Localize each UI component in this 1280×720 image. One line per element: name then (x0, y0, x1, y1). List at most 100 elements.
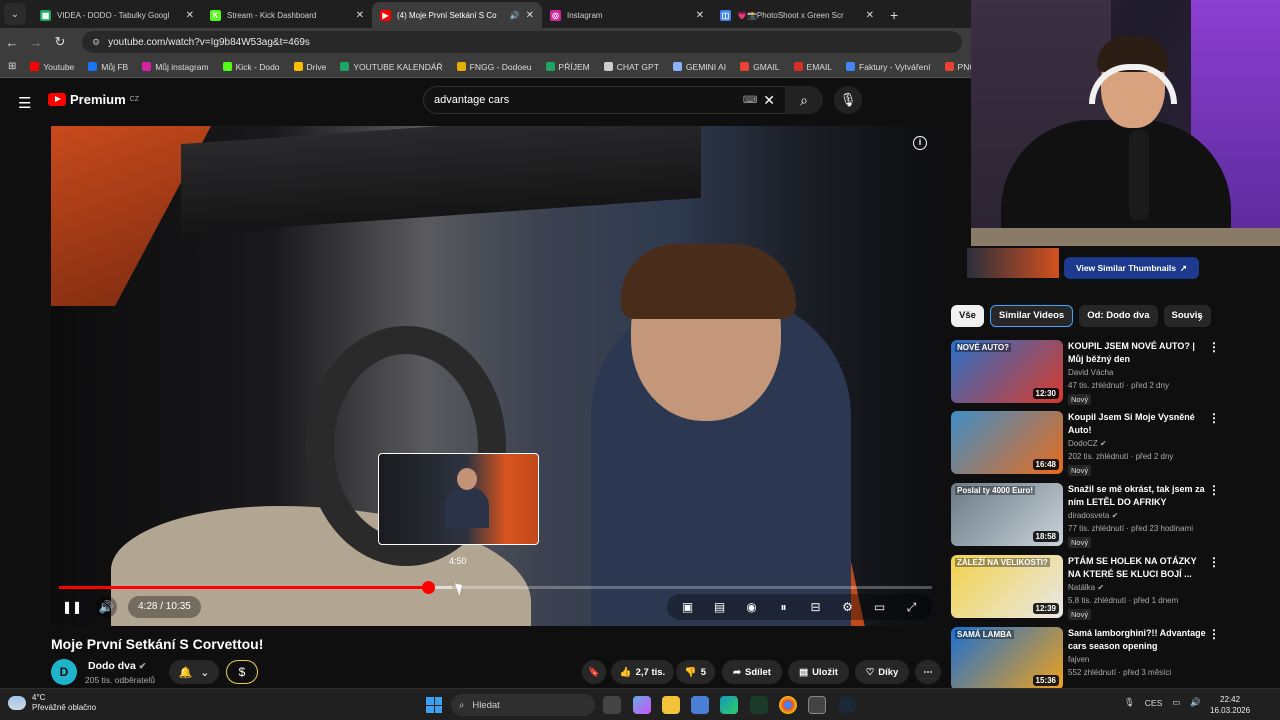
reload-icon[interactable]: ↻ (48, 34, 72, 50)
video-title[interactable]: Snažil se mě okrást, tak jsem za ním LET… (1068, 483, 1208, 509)
close-tab-icon[interactable]: ✕ (696, 10, 704, 21)
subtitles-icon[interactable]: ⊟ (805, 600, 826, 614)
task-view-icon[interactable] (603, 696, 621, 714)
bookmark-item[interactable]: GMAIL (740, 62, 780, 72)
tab-search-button[interactable]: ⌄ (4, 3, 26, 25)
site-info-icon[interactable]: ⚙ (92, 37, 100, 48)
recommended-video[interactable]: 16:48 Koupil Jsem Si Moje Vysněné Auto! Do… (951, 411, 1221, 476)
video-thumbnail[interactable]: 16:48 (951, 411, 1063, 474)
screenshot-icon[interactable]: ◉ (741, 600, 762, 614)
pause-button[interactable]: ❚❚ (62, 596, 82, 618)
video-thumbnail[interactable]: Poslal ty 4000 Euro! 18:58 (951, 483, 1063, 546)
bookmark-item[interactable]: CHAT GPT (603, 62, 659, 72)
video-title[interactable]: KOUPIL JSEM NOVÉ AUTO? | Můj běžný den (1068, 340, 1208, 366)
edge-icon[interactable] (720, 696, 738, 714)
video-thumbnail[interactable]: SAMÁ LAMBA 15:36 (951, 627, 1063, 690)
terminal-icon[interactable] (750, 696, 768, 714)
browser-tab[interactable]: ◫ 💗📸PhotoShoot x Green Scr ✕ (712, 2, 882, 28)
apps-icon[interactable]: ⊞ (8, 61, 16, 72)
language-indicator[interactable]: CES (1145, 698, 1162, 708)
progress-bar[interactable] (59, 581, 932, 594)
search-button[interactable]: ⌕ (785, 86, 823, 114)
channel-name[interactable]: fajven (1068, 655, 1089, 664)
windows-start-icon[interactable] (426, 697, 442, 713)
close-tab-icon[interactable]: ✕ (186, 10, 194, 21)
browser-tab[interactable]: ▦ VIDEA - DODO - Tabulky Googl ✕ (32, 2, 202, 28)
thumbnail-icon[interactable]: ▣ (677, 600, 698, 614)
address-bar[interactable]: ⚙ youtube.com/watch?v=Ig9b84W53ag&t=469s (82, 31, 962, 53)
bookmark-item[interactable]: Můj instagram (142, 62, 209, 72)
weather-widget[interactable]: 4°C Převážně oblačno (8, 693, 96, 713)
recommended-video[interactable]: NOVÉ AUTO? 12:30 KOUPIL JSEM NOVÉ AUTO? | … (951, 340, 1221, 405)
recommended-video[interactable]: ZÁLEŽÍ NA VELIKOSTI? 12:39 PTÁM SE HOLEK N… (951, 555, 1221, 620)
filter-chip[interactable]: Vše (951, 305, 984, 327)
close-tab-icon[interactable]: ✕ (866, 10, 874, 21)
steam-icon[interactable] (838, 696, 856, 714)
settings-icon[interactable]: ⚙ (837, 600, 858, 614)
volume-tray-icon[interactable]: 🔊 (1190, 697, 1201, 708)
new-tab-button[interactable]: + (890, 7, 898, 23)
keyboard-icon[interactable]: ⌨ (743, 95, 757, 106)
network-icon[interactable]: ▭ (1172, 697, 1180, 708)
microphone-tray-icon[interactable]: 🎙 (1124, 697, 1135, 708)
video-thumbnail[interactable]: ZÁLEŽÍ NA VELIKOSTI? 12:39 (951, 555, 1063, 618)
more-options-icon[interactable]: ⋮ (1208, 555, 1220, 569)
like-button[interactable]: 👍 2,7 tis. (611, 660, 674, 684)
volume-button[interactable]: 🔊 (95, 596, 117, 618)
filter-chip[interactable]: Od: Dodo dva (1079, 305, 1158, 327)
bookmark-item[interactable]: EMAIL (793, 62, 832, 72)
view-similar-thumbnails-button[interactable]: View Similar Thumbnails ↗ (1064, 257, 1199, 279)
recommended-video[interactable]: SAMÁ LAMBA 15:36 Samá lamborghini?!! Advan… (951, 627, 1221, 691)
more-actions-button[interactable]: ⋯ (915, 660, 941, 684)
bookmark-item[interactable]: PŘÍJEM (545, 62, 590, 72)
theater-mode-icon[interactable]: ▭ (869, 600, 890, 614)
autoplay-toggle[interactable]: ⏸ (773, 600, 794, 615)
video-title[interactable]: Koupil Jsem Si Moje Vysněné Auto! (1068, 411, 1208, 437)
subscription-bell-button[interactable]: 🔔 ⌄ (169, 660, 219, 684)
back-icon[interactable]: ← (0, 35, 24, 50)
more-options-icon[interactable]: ⋮ (1208, 483, 1220, 497)
search-input[interactable]: advantage cars ⌨ ✕ (423, 86, 786, 114)
channel-name[interactable]: Natálka ✔ (1068, 583, 1104, 592)
bookmark-item[interactable]: Drive (293, 62, 326, 72)
more-options-icon[interactable]: ⋮ (1208, 411, 1220, 425)
bookmark-item[interactable]: GEMINI AI (672, 62, 726, 72)
transcript-icon[interactable]: ▤ (709, 600, 730, 614)
clock[interactable]: 22:42 16.03.2026 (1210, 694, 1250, 716)
close-tab-icon[interactable]: ✕ (356, 10, 364, 21)
filter-chip[interactable]: Similar Videos (989, 305, 1074, 327)
voice-search-button[interactable]: 🎙 (834, 86, 862, 114)
channel-name[interactable]: David Vácha (1068, 368, 1113, 377)
chevron-right-icon[interactable]: › (1198, 310, 1202, 325)
save-bookmark-button[interactable]: 🔖 (582, 660, 606, 684)
recommended-video[interactable]: Poslal ty 4000 Euro! 18:58 Snažil se mě ok… (951, 483, 1221, 548)
epic-games-icon[interactable] (808, 696, 826, 714)
thanks-dollar-button[interactable]: $ (226, 660, 258, 684)
bookmark-item[interactable]: Faktury - Vytváření (846, 62, 931, 72)
clear-search-icon[interactable]: ✕ (763, 92, 775, 109)
chrome-icon[interactable] (779, 696, 797, 714)
filter-chip[interactable]: Souvis (1163, 305, 1211, 327)
store-icon[interactable] (691, 696, 709, 714)
bookmark-item[interactable]: YOUTUBE KALENDÁŘ (340, 62, 443, 72)
close-tab-icon[interactable]: ✕ (526, 10, 534, 21)
taskbar-search[interactable]: ⌕ Hledat (451, 694, 595, 716)
forward-icon[interactable]: → (24, 35, 48, 50)
info-icon[interactable]: i (913, 136, 927, 150)
save-button[interactable]: ▤ Uložit (788, 660, 849, 684)
thanks-button[interactable]: ♡ Díky (855, 660, 909, 684)
youtube-logo[interactable]: Premium CZ (48, 92, 139, 107)
browser-tab[interactable]: K Stream - Kick Dashboard ✕ (202, 2, 372, 28)
more-options-icon[interactable]: ⋮ (1208, 340, 1220, 354)
channel-name[interactable]: Dodo dva ✔ (88, 660, 146, 672)
video-title[interactable]: PTÁM SE HOLEK NA OTÁZKY NA KTERÉ SE KLUC… (1068, 555, 1208, 581)
fullscreen-icon[interactable]: ⤢ (901, 600, 922, 615)
video-player[interactable]: i 4:50 ❚❚ 🔊 4:28 / 10:35 ▣ ▤ ◉ ⏸ ⊟ ⚙ ▭ ⤢ (51, 126, 940, 626)
bookmark-item[interactable]: Kick - Dodo (222, 62, 280, 72)
bookmark-item[interactable]: FNGG - Dodoeu (456, 62, 532, 72)
more-options-icon[interactable]: ⋮ (1208, 627, 1220, 641)
channel-name[interactable]: DodoCZ ✔ (1068, 439, 1107, 448)
browser-tab[interactable]: ▶ (4) Moje První Setkání S Co 🔊 ✕ (372, 2, 542, 28)
file-explorer-icon[interactable] (662, 696, 680, 714)
channel-name[interactable]: diradosveta ✔ (1068, 511, 1118, 520)
